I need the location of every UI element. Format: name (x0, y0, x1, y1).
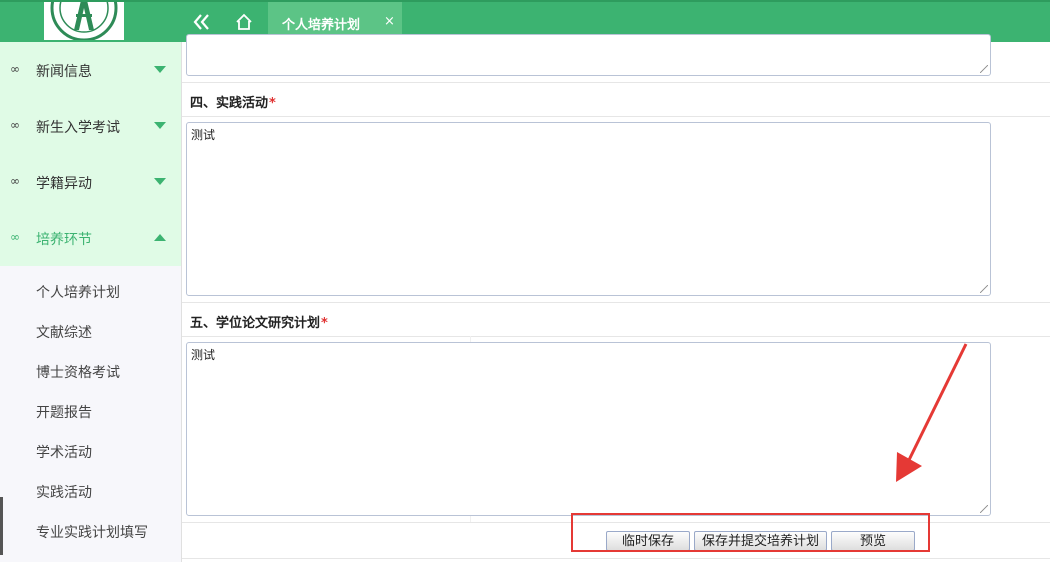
chevron-down-icon (154, 66, 166, 73)
row-divider (182, 302, 1050, 303)
main-content: 四、实践活动* 测试 五、学位论文研究计划* 测试 (182, 34, 1050, 562)
chevron-up-icon (154, 234, 166, 241)
resize-handle-icon[interactable] (980, 505, 988, 513)
menu-item-status-change[interactable]: ∞ 学籍异动 (0, 154, 181, 210)
section4-title-text: 四、实践活动 (190, 96, 269, 111)
menu-label: 新闻信息 (36, 64, 92, 80)
submenu-item-phd-qualifying[interactable]: 博士资格考试 (36, 362, 120, 382)
submenu-item-practice[interactable]: 实践活动 (36, 482, 92, 502)
tab-label: 个人培养计划 (282, 18, 361, 33)
resize-handle-icon[interactable] (980, 65, 988, 73)
row-divider (182, 558, 1050, 559)
submenu-item-proposal[interactable]: 开题报告 (36, 402, 92, 422)
thesis-plan-value: 测试 (191, 348, 216, 362)
link-icon: ∞ (10, 174, 20, 188)
required-mark: * (269, 96, 276, 111)
link-icon: ∞ (10, 118, 20, 132)
link-icon: ∞ (10, 62, 20, 76)
section5-title-text: 五、学位论文研究计划 (190, 316, 321, 331)
submenu-item-personal-plan[interactable]: 个人培养计划 (36, 282, 120, 302)
scroll-rail[interactable] (0, 497, 3, 555)
section4-title: 四、实践活动* (190, 92, 276, 111)
required-mark: * (321, 316, 328, 331)
tab-close-icon[interactable]: × (384, 14, 395, 29)
menu-item-entrance-exam[interactable]: ∞ 新生入学考试 (0, 98, 181, 154)
practice-activity-textarea[interactable]: 测试 (186, 122, 991, 296)
chevron-down-icon (154, 178, 166, 185)
practice-activity-value: 测试 (191, 128, 216, 142)
thesis-plan-textarea[interactable]: 测试 (186, 342, 991, 516)
submenu-item-academic[interactable]: 学术活动 (36, 442, 92, 462)
row-divider (182, 116, 1050, 117)
section5-title: 五、学位论文研究计划* (190, 312, 328, 331)
menu-item-training[interactable]: ∞ 培养环节 (0, 210, 181, 266)
link-icon: ∞ (10, 230, 20, 244)
menu-item-news[interactable]: ∞ 新闻信息 (0, 42, 181, 98)
chevron-down-icon (154, 122, 166, 129)
submenu-item-practice-plan[interactable]: 专业实践计划填写 (36, 522, 148, 542)
resize-handle-icon[interactable] (980, 285, 988, 293)
sidebar: ∞ 新闻信息 ∞ 新生入学考试 ∞ 学籍异动 ∞ 培养环节 个人培养计划 文献综… (0, 42, 182, 562)
previous-section-textarea[interactable] (186, 34, 991, 76)
menu-label: 培养环节 (36, 232, 92, 248)
menu-label: 学籍异动 (36, 176, 92, 192)
submenu-item-literature-review[interactable]: 文献综述 (36, 322, 92, 342)
row-divider (182, 82, 1050, 83)
university-logo (44, 2, 124, 40)
menu-label: 新生入学考试 (36, 120, 120, 136)
annotation-highlight-box (571, 513, 930, 552)
row-divider (182, 336, 1050, 337)
